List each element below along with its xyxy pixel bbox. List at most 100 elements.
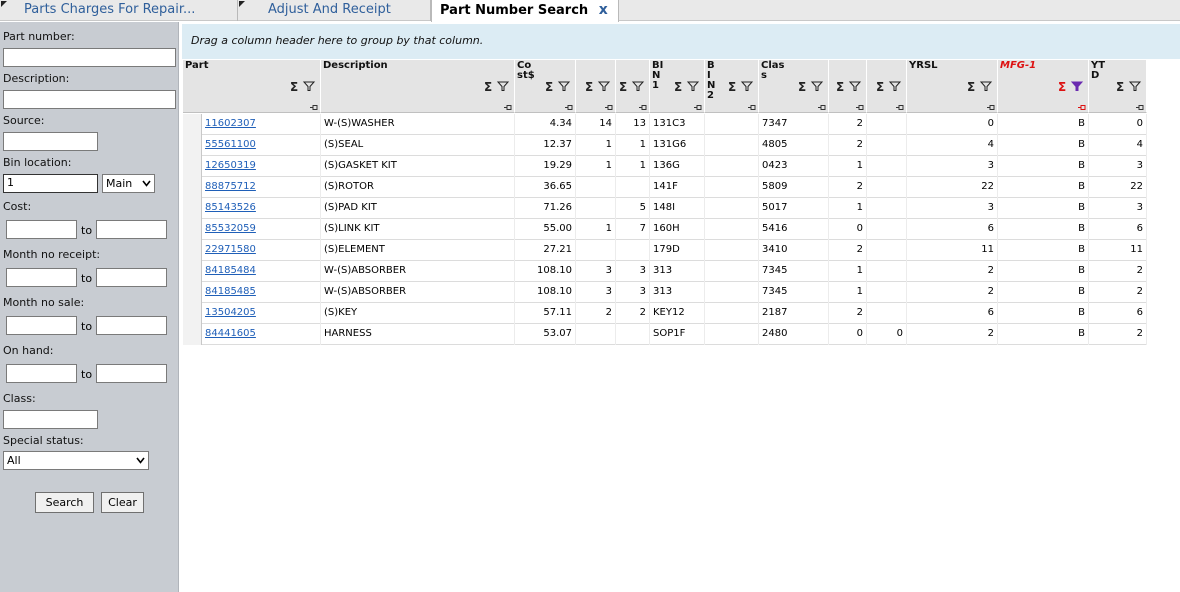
part-number-link[interactable]: 88875712 bbox=[205, 181, 256, 192]
column-header-class[interactable]: Clas s Σ bbox=[759, 60, 829, 113]
row-selector[interactable] bbox=[183, 198, 202, 219]
cell-part[interactable]: 55561100 bbox=[202, 135, 321, 156]
month-no-sale-from-input[interactable] bbox=[6, 316, 77, 335]
part-number-link[interactable]: 55561100 bbox=[205, 139, 256, 150]
sum-filter-icon[interactable]: Σ bbox=[1057, 80, 1085, 94]
table-row[interactable]: 85143526 (S)PAD KIT 71.26 5 148I 5017 1 3 B 3 bbox=[183, 198, 1147, 219]
table-row[interactable]: 84441605 HARNESS 53.07 SOP1F 2480 0 0 2 B 2 bbox=[183, 324, 1147, 345]
table-row[interactable]: 11602307 W-(S)WASHER 4.34 14 13 131C3 7347 2 0 B 0 bbox=[183, 114, 1147, 135]
column-header-ytd[interactable]: YT D Σ bbox=[1089, 60, 1147, 113]
sum-filter-icon[interactable]: Σ bbox=[835, 80, 863, 94]
sum-filter-icon[interactable]: Σ bbox=[875, 80, 903, 94]
column-header-col-5[interactable]: Σ bbox=[616, 60, 650, 113]
sum-filter-icon[interactable]: Σ bbox=[673, 80, 701, 94]
part-number-link[interactable]: 11602307 bbox=[205, 118, 256, 129]
pin-column-icon[interactable] bbox=[1078, 104, 1086, 111]
part-number-link[interactable]: 85532059 bbox=[205, 223, 256, 234]
cell-part[interactable]: 85532059 bbox=[202, 219, 321, 240]
column-header-col-4[interactable]: Σ bbox=[576, 60, 616, 113]
column-header-bin-2[interactable]: B I N 2 Σ bbox=[705, 60, 759, 113]
part-number-link[interactable]: 84441605 bbox=[205, 328, 256, 339]
on-hand-from-input[interactable] bbox=[6, 364, 77, 383]
sum-filter-icon[interactable]: Σ bbox=[544, 80, 572, 94]
sum-filter-icon[interactable]: Σ bbox=[1115, 80, 1143, 94]
table-row[interactable]: 84185485 W-(S)ABSORBER 108.10 3 3 313 7345 1 2 B 2 bbox=[183, 282, 1147, 303]
month-no-sale-to-input[interactable] bbox=[96, 316, 167, 335]
table-row[interactable]: 13504205 (S)KEY 57.11 2 2 KEY12 2187 2 6 B 6 bbox=[183, 303, 1147, 324]
sum-filter-icon[interactable]: Σ bbox=[584, 80, 612, 94]
sum-filter-icon[interactable]: Σ bbox=[966, 80, 994, 94]
cell-part[interactable]: 13504205 bbox=[202, 303, 321, 324]
tab-part-number-search[interactable]: Part Number Search x bbox=[431, 0, 619, 22]
pin-column-icon[interactable] bbox=[987, 104, 995, 111]
pin-column-icon[interactable] bbox=[748, 104, 756, 111]
row-selector[interactable] bbox=[183, 219, 202, 240]
bin-location-select[interactable]: Main bbox=[102, 174, 155, 193]
cell-part[interactable]: 84185485 bbox=[202, 282, 321, 303]
part-number-link[interactable]: 85143526 bbox=[205, 202, 256, 213]
row-selector[interactable] bbox=[183, 261, 202, 282]
row-selector[interactable] bbox=[183, 177, 202, 198]
row-selector[interactable] bbox=[183, 324, 202, 345]
pin-column-icon[interactable] bbox=[310, 104, 318, 111]
table-row[interactable]: 88875712 (S)ROTOR 36.65 141F 5809 2 22 B 22 bbox=[183, 177, 1147, 198]
cell-part[interactable]: 85143526 bbox=[202, 198, 321, 219]
sum-filter-icon[interactable]: Σ bbox=[727, 80, 755, 94]
pin-column-icon[interactable] bbox=[694, 104, 702, 111]
special-status-select[interactable]: All bbox=[3, 451, 149, 470]
cell-part[interactable]: 84441605 bbox=[202, 324, 321, 345]
pin-column-icon[interactable] bbox=[639, 104, 647, 111]
sum-filter-icon[interactable]: Σ bbox=[618, 80, 646, 94]
part-number-link[interactable]: 12650319 bbox=[205, 160, 256, 171]
part-number-link[interactable]: 84185484 bbox=[205, 265, 256, 276]
column-header-bin-1[interactable]: BI N 1 Σ bbox=[650, 60, 705, 113]
pin-column-icon[interactable] bbox=[1136, 104, 1144, 111]
cost-from-input[interactable] bbox=[6, 220, 77, 239]
row-selector[interactable] bbox=[183, 135, 202, 156]
row-selector[interactable] bbox=[183, 303, 202, 324]
part-number-link[interactable]: 22971580 bbox=[205, 244, 256, 255]
cell-part[interactable]: 11602307 bbox=[202, 114, 321, 135]
pin-column-icon[interactable] bbox=[896, 104, 904, 111]
column-header-yrsl[interactable]: YRSL Σ bbox=[907, 60, 998, 113]
column-header-mfg-1[interactable]: MFG-1 Σ bbox=[998, 60, 1089, 113]
pin-column-icon[interactable] bbox=[605, 104, 613, 111]
row-selector[interactable] bbox=[183, 156, 202, 177]
pin-column-icon[interactable] bbox=[818, 104, 826, 111]
close-icon[interactable]: x bbox=[599, 2, 608, 18]
source-input[interactable] bbox=[3, 132, 98, 151]
column-header-col-10[interactable]: Σ bbox=[867, 60, 907, 113]
pin-column-icon[interactable] bbox=[504, 104, 512, 111]
month-no-receipt-to-input[interactable] bbox=[96, 268, 167, 287]
description-input[interactable] bbox=[3, 90, 176, 109]
sum-filter-icon[interactable]: Σ bbox=[289, 80, 317, 94]
month-no-receipt-from-input[interactable] bbox=[6, 268, 77, 287]
search-button[interactable]: Search bbox=[35, 492, 94, 513]
column-header-part[interactable]: Part Σ bbox=[183, 60, 321, 113]
sum-filter-icon[interactable]: Σ bbox=[483, 80, 511, 94]
column-header-description[interactable]: Description Σ bbox=[321, 60, 515, 113]
cell-part[interactable]: 12650319 bbox=[202, 156, 321, 177]
row-selector[interactable] bbox=[183, 114, 202, 135]
bin-location-input[interactable]: 1 bbox=[3, 174, 98, 193]
group-by-drop-area[interactable]: Drag a column header here to group by th… bbox=[182, 24, 1180, 59]
table-row[interactable]: 12650319 (S)GASKET KIT 19.29 1 1 136G 0423 1 3 B 3 bbox=[183, 156, 1147, 177]
pin-column-icon[interactable] bbox=[565, 104, 573, 111]
column-header-col-9[interactable]: Σ bbox=[829, 60, 867, 113]
row-selector[interactable] bbox=[183, 240, 202, 261]
tab-parts-charges[interactable]: Parts Charges For Repair... bbox=[0, 0, 238, 21]
sum-filter-icon[interactable]: Σ bbox=[797, 80, 825, 94]
cost-to-input[interactable] bbox=[96, 220, 167, 239]
pin-column-icon[interactable] bbox=[856, 104, 864, 111]
class-input[interactable] bbox=[3, 410, 98, 429]
row-selector[interactable] bbox=[183, 282, 202, 303]
column-header-cost[interactable]: Co st$ Σ bbox=[515, 60, 576, 113]
table-row[interactable]: 85532059 (S)LINK KIT 55.00 1 7 160H 5416 0 6 B 6 bbox=[183, 219, 1147, 240]
clear-button[interactable]: Clear bbox=[101, 492, 144, 513]
cell-part[interactable]: 88875712 bbox=[202, 177, 321, 198]
on-hand-to-input[interactable] bbox=[96, 364, 167, 383]
part-number-link[interactable]: 84185485 bbox=[205, 286, 256, 297]
table-row[interactable]: 55561100 (S)SEAL 12.37 1 1 131G6 4805 2 4 B 4 bbox=[183, 135, 1147, 156]
tab-adjust-receipt[interactable]: Adjust And Receipt bbox=[238, 0, 431, 21]
cell-part[interactable]: 22971580 bbox=[202, 240, 321, 261]
